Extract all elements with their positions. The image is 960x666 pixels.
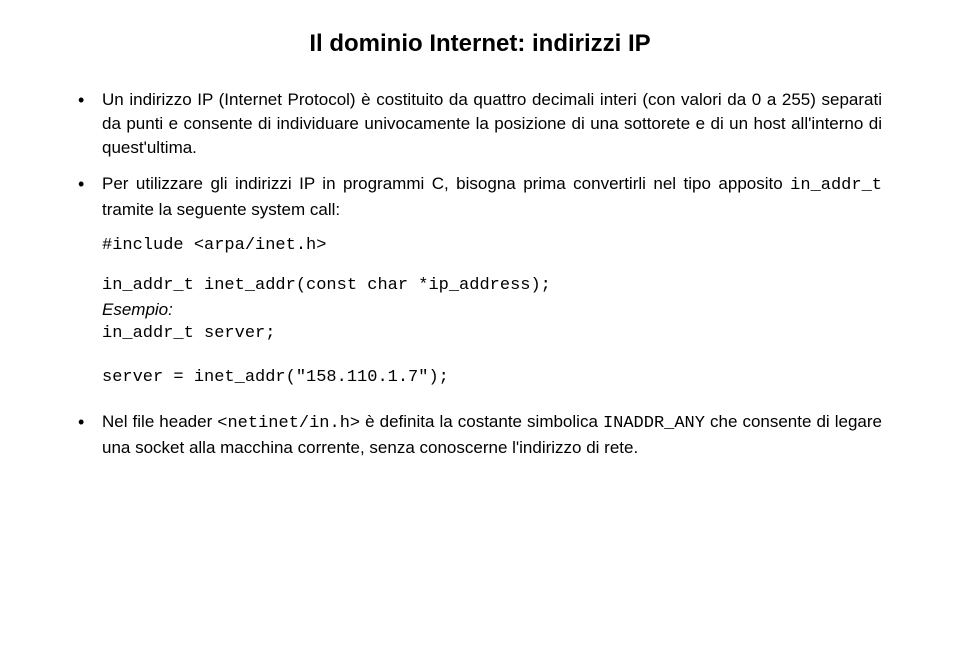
text-fragment: è definita la costante simbolica	[360, 412, 603, 431]
code-line: #include <arpa/inet.h>	[102, 234, 882, 258]
text-fragment: Esempio:	[102, 300, 173, 319]
code-line: server = inet_addr("158.110.1.7");	[102, 366, 882, 390]
text-fragment: Per utilizzare gli indirizzi IP in progr…	[102, 174, 790, 193]
paragraph: Per utilizzare gli indirizzi IP in progr…	[102, 172, 882, 222]
bullet-icon: •	[78, 88, 102, 160]
example-label: Esempio:	[102, 298, 882, 322]
text-fragment: Nel file header	[102, 412, 217, 431]
code-line: in_addr_t server;	[102, 322, 882, 346]
code-line: in_addr_t inet_addr(const char *ip_addre…	[102, 274, 882, 298]
page-title: Il dominio Internet: indirizzi IP	[78, 30, 882, 58]
text-fragment: tramite la seguente system call:	[102, 200, 340, 219]
document-page: Il dominio Internet: indirizzi IP • Un i…	[0, 0, 960, 500]
paragraph: Nel file header <netinet/in.h> è definit…	[102, 410, 882, 460]
inline-code: in_addr_t	[790, 176, 882, 195]
bullet-item: • Un indirizzo IP (Internet Protocol) è …	[78, 88, 882, 160]
inline-code: INADDR_ANY	[603, 414, 705, 433]
inline-code: <netinet/in.h>	[217, 414, 360, 433]
bullet-icon: •	[78, 410, 102, 460]
paragraph: Un indirizzo IP (Internet Protocol) è co…	[102, 88, 882, 160]
bullet-item: • Per utilizzare gli indirizzi IP in pro…	[78, 172, 882, 222]
bullet-item: • Nel file header <netinet/in.h> è defin…	[78, 410, 882, 460]
bullet-icon: •	[78, 172, 102, 222]
